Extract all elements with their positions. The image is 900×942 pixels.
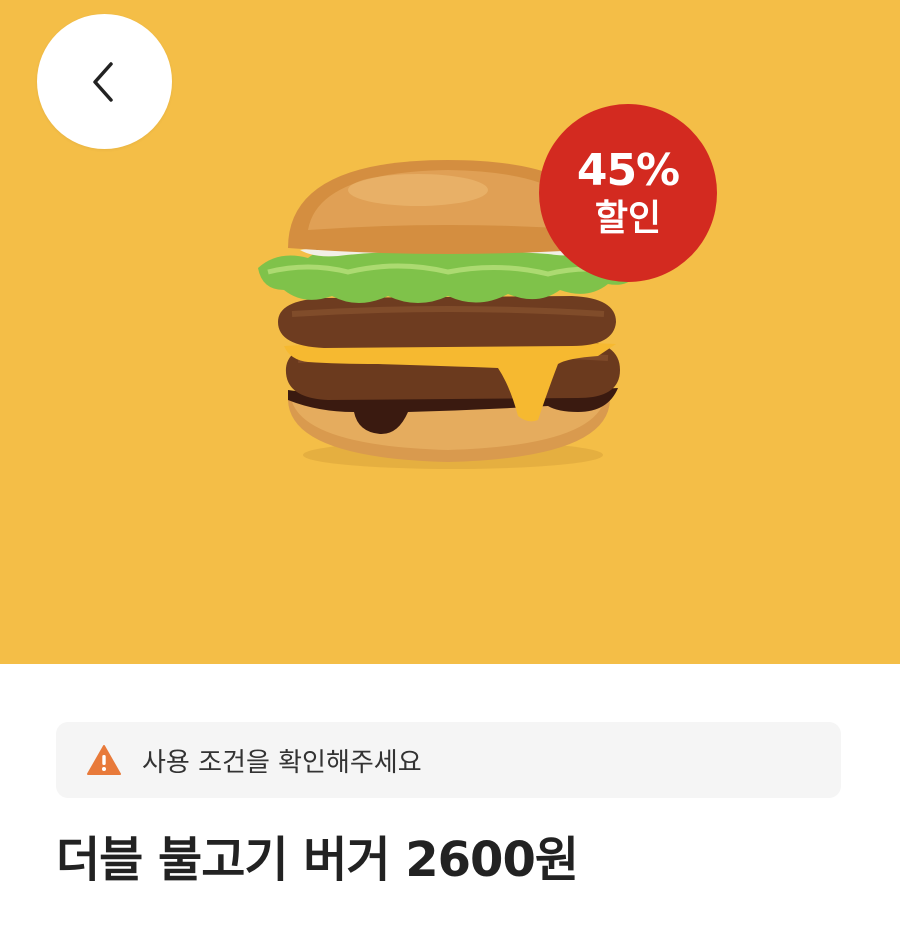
discount-badge: 45% 할인 (539, 104, 717, 282)
product-page: 45% 할인 사용 조건을 확인해주세요 더블 불고기 버거 2600원 (0, 0, 900, 942)
chevron-left-icon (85, 58, 125, 106)
back-button[interactable] (37, 14, 172, 149)
usage-conditions-notice[interactable]: 사용 조건을 확인해주세요 (56, 722, 841, 798)
warning-icon (86, 744, 122, 776)
product-title: 더블 불고기 버거 2600원 (56, 832, 579, 888)
hero-section: 45% 할인 (0, 0, 900, 664)
notice-text: 사용 조건을 확인해주세요 (142, 747, 422, 778)
discount-percent: 45% (576, 145, 680, 196)
discount-label: 할인 (594, 198, 662, 239)
